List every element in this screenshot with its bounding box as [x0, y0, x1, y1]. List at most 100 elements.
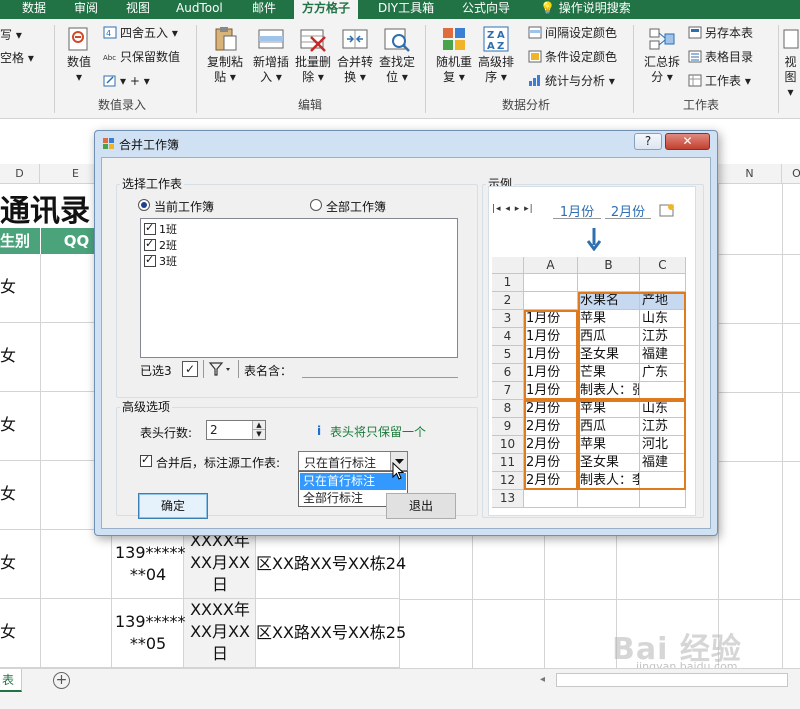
merge-mark-checkbox[interactable]	[140, 453, 152, 467]
example-cell: 广东	[640, 364, 686, 382]
example-cell: 苹果	[578, 400, 640, 418]
address-cell[interactable]: 区XX路XX号XX栋24	[256, 553, 406, 575]
example-cell: 芒果	[578, 364, 640, 382]
tab-view[interactable]: 视图	[126, 0, 150, 19]
find-locate-button[interactable]: 查找定位 ▾	[375, 25, 419, 85]
summary-split-button[interactable]: 汇总拆分 ▾	[640, 25, 684, 85]
column-header-d[interactable]: D	[0, 164, 40, 184]
sheet-checkbox-1[interactable]	[144, 221, 156, 235]
merge-icon	[340, 25, 370, 53]
new-insert-button[interactable]: 新增插入 ▾	[249, 25, 293, 85]
table-name-input[interactable]	[302, 377, 458, 378]
cell[interactable]	[0, 530, 112, 599]
example-grid: A B C 1 2 水果名 产地 3 1月份 苹果 山东 4 1月份 西瓜 江苏 5 1月份 圣女果 福建 6 1…	[492, 257, 692, 513]
ribbon-item-space[interactable]: 空格 ▾	[0, 50, 34, 66]
grid-line	[40, 254, 41, 668]
sheet-item-label: 3班	[159, 255, 177, 268]
example-tab-feb: 2月份	[605, 201, 651, 220]
phone-cell[interactable]: 139***** **04	[115, 542, 186, 586]
help-button[interactable]: ?	[634, 133, 662, 150]
spinner-up-icon[interactable]: ▲	[252, 421, 265, 430]
example-cell: 1月份	[524, 364, 578, 382]
example-row-header: 7	[492, 382, 524, 400]
info-icon: i	[317, 424, 321, 436]
grid-line	[718, 254, 800, 255]
column-header-n[interactable]: N	[718, 164, 782, 184]
sort-az-icon: ZAAZ	[481, 25, 511, 53]
gender-cell[interactable]: 女	[0, 552, 16, 574]
conditional-color-button[interactable]: 条件设定颜色	[528, 49, 617, 65]
numeric-misc-buttons[interactable]: ▾ + ▾	[103, 73, 150, 89]
example-cell: 2月份	[524, 436, 578, 454]
scroll-left-icon[interactable]: ◂	[540, 675, 548, 685]
tab-diy-toolbox[interactable]: DIY工具箱	[378, 0, 434, 19]
group-label-edit: 编辑	[298, 98, 323, 112]
radio-all-workbooks[interactable]	[310, 199, 322, 211]
sheet-checkbox-3[interactable]	[144, 253, 156, 267]
example-cell: 苹果	[578, 436, 640, 454]
header-cell-gender[interactable]: 生别	[0, 228, 40, 254]
date-cell[interactable]: XXXX年 XX月XX 日	[186, 530, 254, 596]
save-as-sheet-button[interactable]: 另存本表	[688, 25, 753, 41]
tab-formula-wizard[interactable]: 公式向导	[462, 0, 510, 19]
gender-cell[interactable]: 女	[0, 276, 16, 298]
phone-cell[interactable]: 139***** **05	[115, 611, 186, 655]
tab-fangfanggezi[interactable]: 方方格子	[294, 0, 359, 19]
selected-count: 已选3	[140, 364, 172, 378]
address-cell[interactable]: 区XX路XX号XX栋25	[256, 622, 406, 644]
merge-convert-button[interactable]: 合并转换 ▾	[333, 25, 377, 85]
header-rows-spinner[interactable]: 2 ▲ ▼	[206, 420, 266, 440]
tell-me-search[interactable]: 💡 操作说明搜索	[540, 0, 631, 19]
round-button[interactable]: 4 四舍五入 ▾	[103, 25, 178, 41]
random-repeat-button[interactable]: 随机重复 ▾	[432, 25, 476, 85]
tab-mail[interactable]: 邮件	[252, 0, 276, 19]
number-button[interactable]: 数值 ▾	[62, 25, 96, 85]
dropdown-option-first-row[interactable]: 只在首行标注	[300, 473, 406, 490]
cell[interactable]	[0, 599, 112, 668]
gender-cell[interactable]: 女	[0, 483, 16, 505]
tab-review[interactable]: 审阅	[74, 0, 98, 19]
example-row-header: 4	[492, 328, 524, 346]
date-cell[interactable]: XXXX年 XX月XX 日	[186, 599, 254, 665]
ribbon-item-write[interactable]: 写 ▾	[0, 27, 22, 43]
sheet-tab[interactable]: 表	[0, 669, 22, 692]
sheet-list[interactable]: 1班 2班 3班	[140, 218, 458, 358]
example-row-header: 3	[492, 310, 524, 328]
spinner-down-icon[interactable]: ▼	[252, 430, 265, 439]
delete-grid-icon	[298, 25, 328, 53]
worksheet-menu-button[interactable]: 工作表 ▾	[688, 73, 751, 89]
filter-icon[interactable]	[208, 360, 234, 378]
tab-data[interactable]: 数据	[22, 0, 46, 19]
copy-paste-button[interactable]: 复制粘贴 ▾	[203, 25, 247, 85]
example-row-header: 10	[492, 436, 524, 454]
example-row-header: 9	[492, 418, 524, 436]
view-button[interactable]: 视图 ▾	[781, 25, 800, 100]
advanced-sort-button[interactable]: ZAAZ 高级排序 ▾	[474, 25, 518, 85]
ok-button[interactable]: 确定	[138, 493, 208, 519]
radio-current-workbook[interactable]	[138, 199, 150, 211]
sheet-index-button[interactable]: 表格目录	[688, 49, 753, 65]
example-cell: 江苏	[640, 418, 686, 436]
check-all-icon[interactable]: ✓	[182, 361, 198, 377]
close-button[interactable]: ✕	[665, 133, 710, 150]
column-header-o[interactable]: O	[782, 164, 800, 184]
tab-audtool[interactable]: AudTool	[176, 0, 223, 19]
index-icon	[688, 50, 702, 63]
add-sheet-icon[interactable]: +	[53, 672, 70, 689]
sheet-checkbox-2[interactable]	[144, 237, 156, 251]
group-label-worksheet: 工作表	[683, 98, 720, 112]
keep-value-button[interactable]: Abc 只保留数值	[103, 49, 180, 65]
svg-text:A: A	[497, 30, 505, 41]
exit-button[interactable]: 退出	[386, 493, 456, 519]
tab-nav-arrows-icon: |◂ ◂ ▸ ▸|	[492, 204, 534, 214]
abc-icon: Abc	[103, 54, 116, 62]
gender-cell[interactable]: 女	[0, 345, 16, 367]
gender-cell[interactable]: 女	[0, 621, 16, 643]
batch-delete-button[interactable]: 批量删除 ▾	[291, 25, 335, 85]
gender-cell[interactable]: 女	[0, 414, 16, 436]
stats-analysis-button[interactable]: 统计与分析 ▾	[528, 73, 615, 89]
clipboard-icon	[210, 25, 240, 53]
interval-color-button[interactable]: 间隔设定颜色	[528, 25, 617, 41]
watermark-url: jingyan.baidu.com	[636, 660, 738, 668]
horizontal-scrollbar[interactable]	[556, 673, 788, 687]
